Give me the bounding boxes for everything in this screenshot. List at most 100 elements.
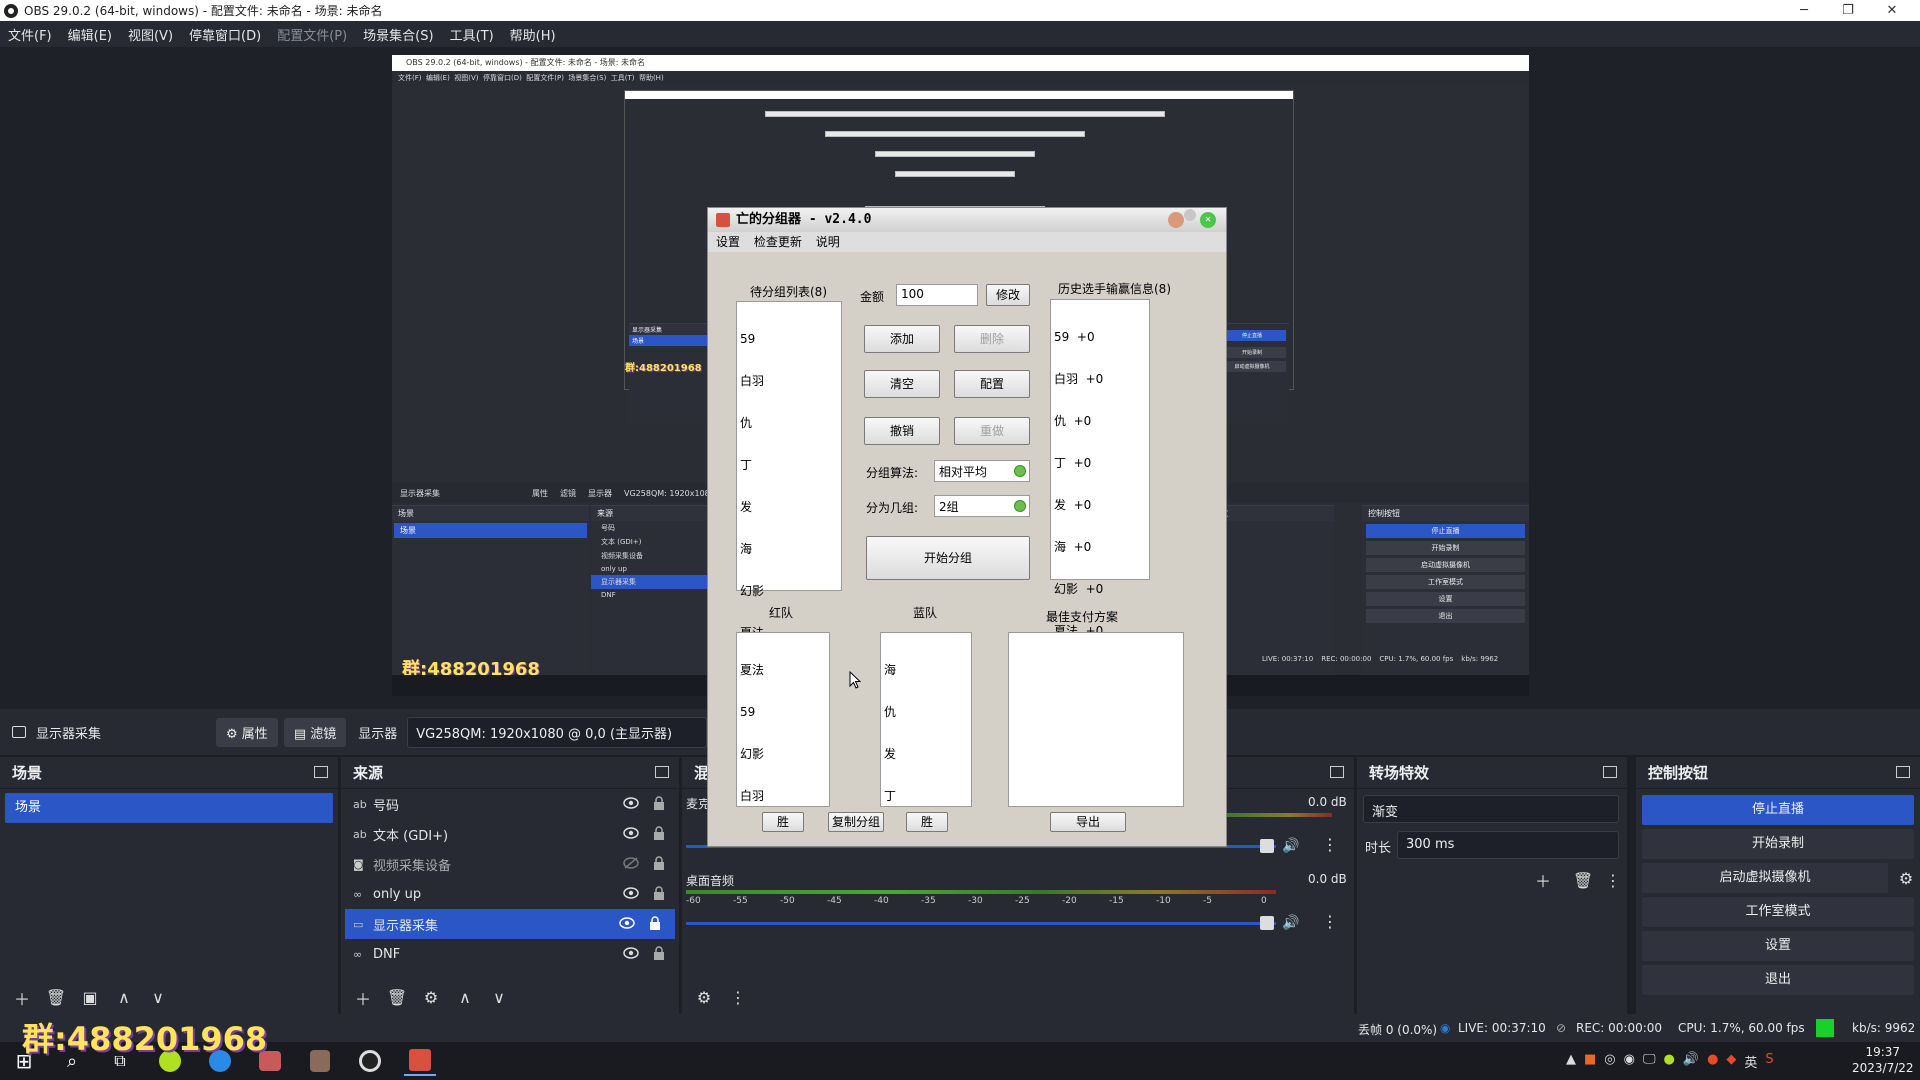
list-item[interactable]: 白羽 [740,789,826,803]
list-item[interactable]: 仇 +0 [1054,414,1146,428]
tray-icon[interactable]: ● [1664,1052,1675,1071]
list-item[interactable]: 夏法 [740,663,826,677]
trash-icon[interactable]: 🗑 [1569,867,1597,893]
source-row[interactable]: ∞ only up [341,879,679,909]
volume-slider-handle[interactable] [1260,839,1274,853]
config-button[interactable]: 配置 [954,370,1030,398]
copy-groups-button[interactable]: 复制分组 [828,812,884,832]
float-icon[interactable] [314,766,328,778]
list-item[interactable]: 59 [740,332,838,346]
start-record-button[interactable]: 开始录制 [1642,829,1914,859]
mixer-volume-slider[interactable] [686,922,1276,925]
properties-button[interactable]: ⚙ 属性 [216,717,278,747]
lock-icon[interactable] [653,796,665,810]
source-row[interactable]: ◙ 视频采集设备 [341,849,679,879]
eye-icon[interactable] [623,947,639,959]
scene-filter-icon[interactable]: ▣ [76,985,104,1011]
float-icon[interactable] [1603,766,1617,778]
close-icon[interactable]: ✕ [1870,0,1914,21]
menu-tools[interactable]: 工具(T) [442,25,502,44]
float-icon[interactable] [1896,766,1910,778]
list-item[interactable]: 发 [884,747,968,761]
eye-icon[interactable] [623,827,639,839]
eye-icon[interactable] [619,917,635,929]
filters-button[interactable]: ▤ 滤镜 [283,717,347,747]
list-item[interactable]: 丁 [884,789,968,803]
arrow-down-icon[interactable]: ∨ [485,985,513,1011]
add-button[interactable]: 添加 [864,325,940,353]
display-select[interactable]: VG258QM: 1920x1080 @ 0,0 (主显示器) [407,716,708,748]
volume-slider-handle[interactable] [1260,916,1274,930]
scene-item[interactable]: 场景 [5,793,333,823]
pin-icon[interactable] [1184,209,1196,221]
speaker-icon[interactable]: 🔊 [1282,915,1299,931]
tray-icon[interactable]: ■ [1584,1052,1596,1071]
tray-icon[interactable]: ◎ [1604,1052,1615,1071]
duration-input[interactable]: 300 ms [1397,831,1619,859]
start-grouping-button[interactable]: 开始分组 [866,536,1030,580]
tray-icon[interactable]: S [1765,1052,1773,1071]
menu-help[interactable]: 说明 [816,235,840,249]
arrow-down-icon[interactable]: ∨ [144,985,172,1011]
list-item[interactable]: 幻影 +0 [1054,582,1146,596]
tray-icon[interactable]: ▲ [1566,1052,1576,1071]
clear-button[interactable]: 清空 [864,370,940,398]
more-icon[interactable]: ⋮ [724,985,752,1011]
red-win-button[interactable]: 胜 [762,812,804,832]
list-item[interactable]: 仇 [884,705,968,719]
speaker-icon[interactable]: 🔊 [1282,838,1299,854]
close-icon[interactable]: ✕ [1200,212,1216,228]
list-item[interactable]: 海 [884,663,968,677]
settings-button[interactable]: 设置 [1642,931,1914,961]
virtual-camera-button[interactable]: 启动虚拟摄像机 [1642,863,1888,893]
blue-team-list[interactable]: 海 仇 发 丁 [880,632,972,807]
source-row[interactable]: ab 文本 (GDI+) [341,819,679,849]
arrow-up-icon[interactable]: ∧ [451,985,479,1011]
add-icon[interactable]: ＋ [1529,867,1557,893]
list-item[interactable]: 丁 +0 [1054,456,1146,470]
lock-icon[interactable] [653,946,665,960]
blue-win-button[interactable]: 胜 [906,812,948,832]
menu-docks[interactable]: 停靠窗口(D) [181,25,269,44]
more-icon[interactable]: ⋮ [1599,867,1627,893]
character-app-icon[interactable] [304,1046,336,1076]
ime-indicator[interactable]: 英 [1744,1052,1757,1071]
more-icon[interactable]: ⋮ [1322,912,1338,931]
lock-icon[interactable] [649,916,661,930]
list-item[interactable]: 白羽 [740,374,838,388]
eye-icon[interactable] [623,887,639,899]
list-item[interactable]: 发 +0 [1054,498,1146,512]
groups-select[interactable]: 2组 [934,495,1030,517]
float-icon[interactable] [655,766,669,778]
menu-check-update[interactable]: 检查更新 [754,235,802,249]
menu-settings[interactable]: 设置 [716,235,740,249]
add-icon[interactable]: ＋ [349,985,377,1011]
pending-list[interactable]: 59 白羽 仇 丁 发 海 幻影 夏法 [736,301,842,640]
menu-edit[interactable]: 编辑(E) [60,25,120,44]
redo-button[interactable]: 重做 [954,417,1030,445]
float-icon[interactable] [1330,766,1344,778]
list-item[interactable]: 发 [740,500,838,514]
eye-icon[interactable] [623,797,639,809]
source-row[interactable]: ∞ DNF [341,939,679,969]
exit-button[interactable]: 退出 [1642,965,1914,995]
network-icon[interactable]: 🖵 [1643,1052,1656,1071]
grouper-app-icon[interactable] [404,1046,436,1076]
transition-select[interactable]: 渐变 [1363,795,1619,823]
amount-input[interactable]: 100 [896,284,978,306]
more-icon[interactable]: ⋮ [1322,835,1338,854]
source-row[interactable]: ab 号码 [341,789,679,819]
lock-icon[interactable] [653,856,665,870]
red-team-list[interactable]: 夏法 59 幻影 白羽 [736,632,830,807]
minimize-icon[interactable]: ─ [1782,0,1826,21]
modify-button[interactable]: 修改 [986,284,1030,306]
eye-hidden-icon[interactable] [623,857,639,869]
volume-icon[interactable]: 🔊 [1683,1052,1699,1071]
list-item[interactable]: 仇 [740,416,838,430]
menu-help[interactable]: 帮助(H) [502,25,564,44]
menu-scene-collection[interactable]: 场景集合(S) [355,25,441,44]
delete-button[interactable]: 删除 [954,325,1030,353]
gear-icon[interactable]: ⚙ [417,985,445,1011]
source-row-selected[interactable]: ▭ 显示器采集 [345,909,675,939]
list-item[interactable]: 白羽 +0 [1054,372,1146,386]
